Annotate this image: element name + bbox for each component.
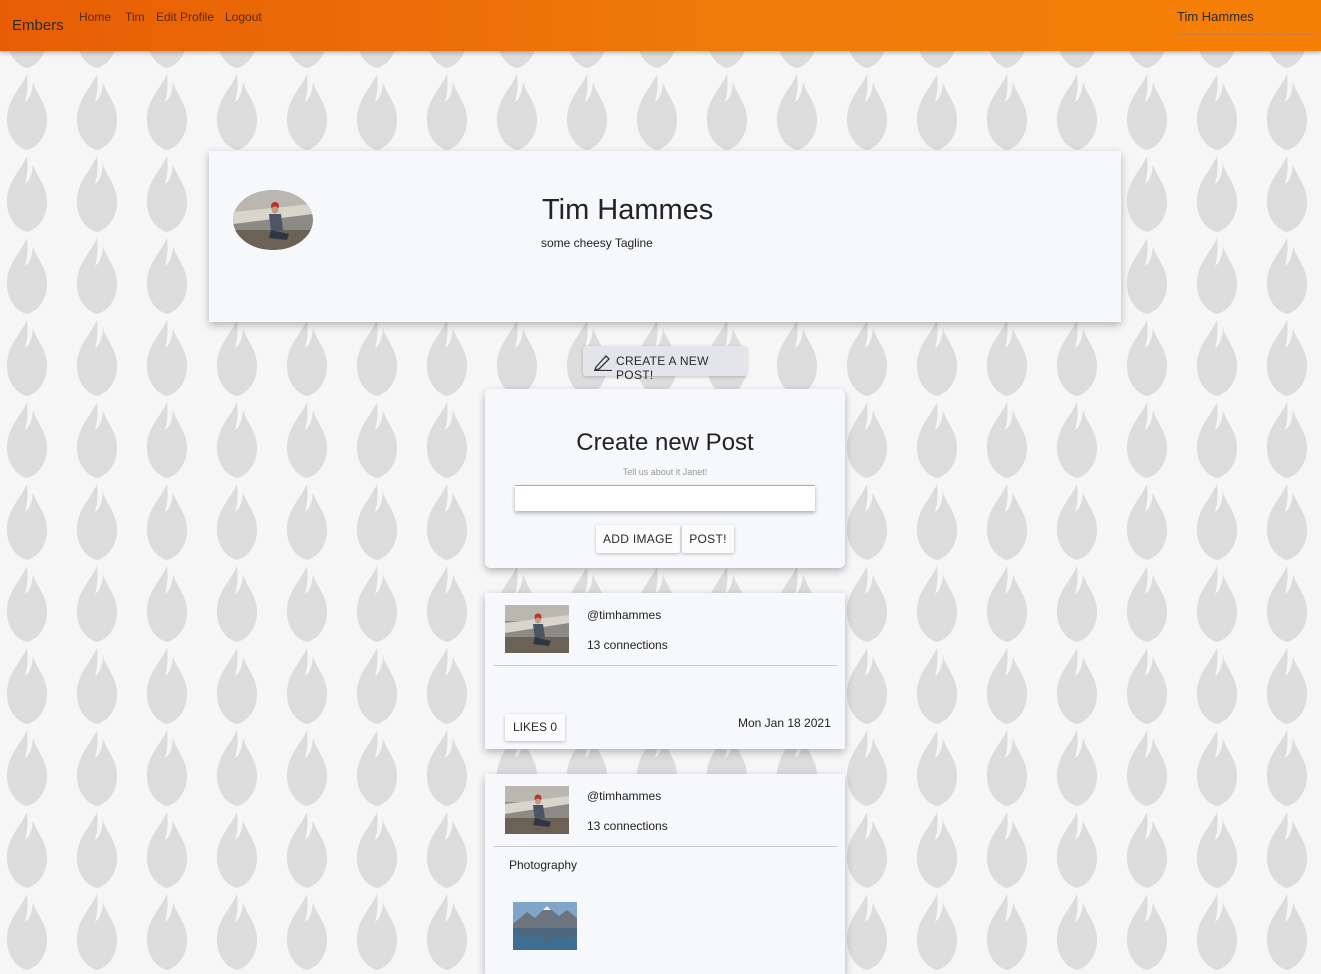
post-author-handle[interactable]: @timhammes bbox=[587, 608, 661, 622]
add-image-button[interactable]: ADD IMAGE bbox=[596, 525, 680, 553]
top-navbar: Embers Home Tim Edit Profile Logout Tim … bbox=[0, 0, 1321, 51]
post-card: @timhammes 13 connections Photography bbox=[485, 774, 845, 974]
post-image[interactable] bbox=[513, 902, 577, 950]
post-author-connections: 13 connections bbox=[587, 819, 668, 833]
post-date: Mon Jan 18 2021 bbox=[738, 716, 831, 730]
post-author-handle[interactable]: @timhammes bbox=[587, 789, 661, 803]
pencil-icon bbox=[594, 355, 612, 371]
post-author-connections: 13 connections bbox=[587, 638, 668, 652]
post-author-avatar[interactable] bbox=[505, 605, 569, 653]
new-post-card: Create new Post Tell us about it Janet! … bbox=[485, 389, 845, 568]
user-name-underline bbox=[1177, 34, 1315, 35]
create-new-post-label: CREATE A NEW POST! bbox=[616, 354, 709, 382]
create-new-post-button[interactable]: CREATE A NEW POST! bbox=[583, 346, 747, 382]
post-body: Photography bbox=[509, 858, 578, 872]
brand-logo[interactable]: Embers bbox=[12, 17, 64, 34]
new-post-title: Create new Post bbox=[576, 429, 754, 456]
post-divider bbox=[493, 846, 837, 847]
profile-tagline: some cheesy Tagline bbox=[541, 236, 653, 250]
nav-logout-link[interactable]: Logout bbox=[225, 10, 262, 24]
new-post-hint: Tell us about it Janet! bbox=[622, 467, 708, 477]
current-user-name[interactable]: Tim Hammes bbox=[1177, 9, 1254, 24]
likes-button[interactable]: LIKES 0 bbox=[505, 714, 565, 741]
nav-edit-profile-link[interactable]: Edit Profile bbox=[156, 10, 214, 24]
profile-header-card: Tim Hammes some cheesy Tagline bbox=[209, 151, 1121, 322]
nav-profile-link[interactable]: Tim bbox=[125, 10, 145, 24]
post-author-avatar[interactable] bbox=[505, 786, 569, 834]
post-divider bbox=[493, 665, 837, 666]
post-button[interactable]: POST! bbox=[682, 525, 734, 553]
nav-home-link[interactable]: Home bbox=[79, 10, 111, 24]
new-post-input[interactable] bbox=[515, 485, 815, 511]
profile-name: Tim Hammes bbox=[542, 194, 714, 226]
post-card: @timhammes 13 connections LIKES 0 Mon Ja… bbox=[485, 593, 845, 749]
profile-avatar bbox=[233, 190, 313, 250]
